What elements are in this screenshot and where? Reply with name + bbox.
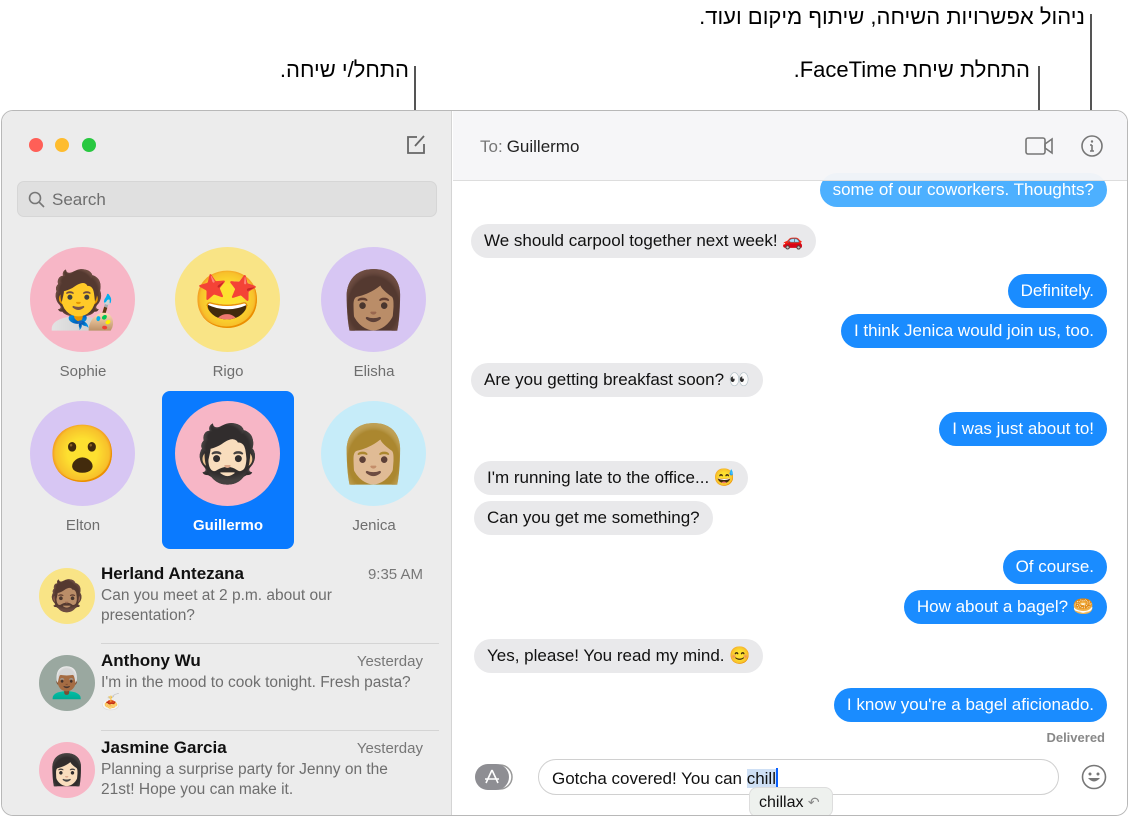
received-message: Can you get me something?: [474, 501, 713, 535]
sent-message: How about a bagel? 🥯: [903, 590, 1107, 624]
conversation-name: Herland Antezana: [101, 564, 244, 583]
contact-name: Guillermo: [192, 517, 263, 534]
callout-compose: התחל/י שיחה.: [279, 57, 409, 82]
callout-facetime: התחלת שיחת FaceTime.: [793, 57, 1030, 82]
conversation-time: Yesterday: [356, 653, 423, 670]
text-caret: [776, 768, 778, 787]
pinned-contact-jenica[interactable]: 👩🏼 Jenica: [308, 391, 440, 549]
facetime-video-icon[interactable]: [1025, 135, 1055, 157]
conversation-preview: Can you meet at 2 p.m. about our present…: [101, 587, 332, 624]
conversation-item[interactable]: 👨🏾‍🦳 Anthony Wu Yesterday I'm in the mood t…: [2, 644, 452, 731]
contact-name: Elton: [65, 517, 101, 534]
input-highlighted-word: chill: [746, 769, 776, 788]
conversation-preview: I'm in the mood to cook tonight. Fresh p…: [101, 674, 411, 711]
to-label: To:: [480, 137, 503, 156]
app-store-icon[interactable]: [475, 764, 515, 790]
conversation-name: Anthony Wu: [101, 651, 201, 670]
contact-name: Rigo: [212, 363, 244, 380]
avatar: 👩🏼: [321, 401, 426, 506]
recipient-name: Guillermo: [506, 137, 580, 156]
input-text: Gotcha covered! You can: [552, 769, 747, 788]
avatar: 👩🏻: [39, 742, 95, 798]
sidebar: Search 🧑‍🎨 Sophie 🤩 Rigo 👩🏽 Elisha 😮 Elton 🧔🏻 Gui…: [2, 111, 452, 815]
close-button[interactable]: [29, 138, 43, 152]
received-message: I'm running late to the office... 😅: [474, 461, 749, 495]
conversation-time: Yesterday: [356, 740, 423, 757]
callout-manage: ניהול אפשרויות השיחה, שיתוף מיקום ועוד.: [699, 4, 1085, 29]
avatar: 😮: [30, 401, 135, 506]
conversation-name: Jasmine Garcia: [101, 738, 227, 757]
delivery-status: Delivered: [1046, 730, 1105, 745]
pinned-contact-elton[interactable]: 😮 Elton: [17, 391, 149, 549]
autocorrect-suggestion[interactable]: chillax ↶: [749, 787, 833, 815]
conversation-item[interactable]: 🧔🏽 Herland Antezana 9:35 AM Can you meet at…: [2, 557, 452, 644]
received-message: Are you getting breakfast soon? 👀: [471, 363, 763, 397]
suggestion-text: chillax: [759, 794, 804, 811]
received-message: Yes, please! You read my mind. 😊: [474, 639, 764, 673]
sent-message: I was just about to!: [939, 412, 1107, 446]
search-input[interactable]: Search: [17, 181, 437, 217]
avatar: 🧔🏽: [39, 568, 95, 624]
pinned-contact-elisha[interactable]: 👩🏽 Elisha: [308, 237, 440, 395]
contact-name: Elisha: [353, 363, 395, 380]
avatar: 👩🏽: [321, 247, 426, 352]
received-message: We should carpool together next week! 🚗: [471, 224, 817, 258]
conversation-preview: Planning a surprise party for Jenny on t…: [101, 761, 388, 798]
contact-name: Sophie: [59, 363, 107, 380]
sent-message: Of course.: [1002, 550, 1107, 584]
conversation-pane: To: Guillermo some of our coworkers. Thou…: [453, 111, 1127, 815]
compose-icon[interactable]: [404, 133, 428, 157]
search-icon: [28, 191, 45, 208]
sent-message: I think Jenica would join us, too.: [840, 314, 1107, 348]
conversation-header: To: Guillermo: [453, 111, 1127, 181]
avatar: 🧔🏻: [175, 401, 280, 506]
emoji-icon[interactable]: [1081, 764, 1107, 790]
sent-message: Definitely.: [1007, 274, 1107, 308]
avatar: 🤩: [175, 247, 280, 352]
revert-icon: ↶: [807, 794, 820, 810]
zoom-button[interactable]: [82, 138, 96, 152]
recipient-field[interactable]: To: Guillermo: [480, 137, 579, 157]
pinned-contact-rigo[interactable]: 🤩 Rigo: [162, 237, 294, 395]
contact-name: Jenica: [352, 517, 396, 534]
sent-message: I know you're a bagel aficionado.: [833, 688, 1107, 722]
messages-window: Search 🧑‍🎨 Sophie 🤩 Rigo 👩🏽 Elisha 😮 Elton 🧔🏻 Gui…: [1, 110, 1128, 816]
pinned-contact-guillermo[interactable]: 🧔🏻 Guillermo: [162, 391, 294, 549]
info-icon[interactable]: [1080, 134, 1104, 158]
minimize-button[interactable]: [55, 138, 69, 152]
conversation-time: 9:35 AM: [367, 566, 423, 583]
avatar: 👨🏾‍🦳: [39, 655, 95, 711]
avatar: 🧑‍🎨: [30, 247, 135, 352]
search-placeholder: Search: [52, 190, 106, 209]
pinned-contact-sophie[interactable]: 🧑‍🎨 Sophie: [17, 237, 149, 395]
conversation-item[interactable]: 👩🏻 Jasmine Garcia Yesterday Planning a surp…: [2, 731, 452, 815]
